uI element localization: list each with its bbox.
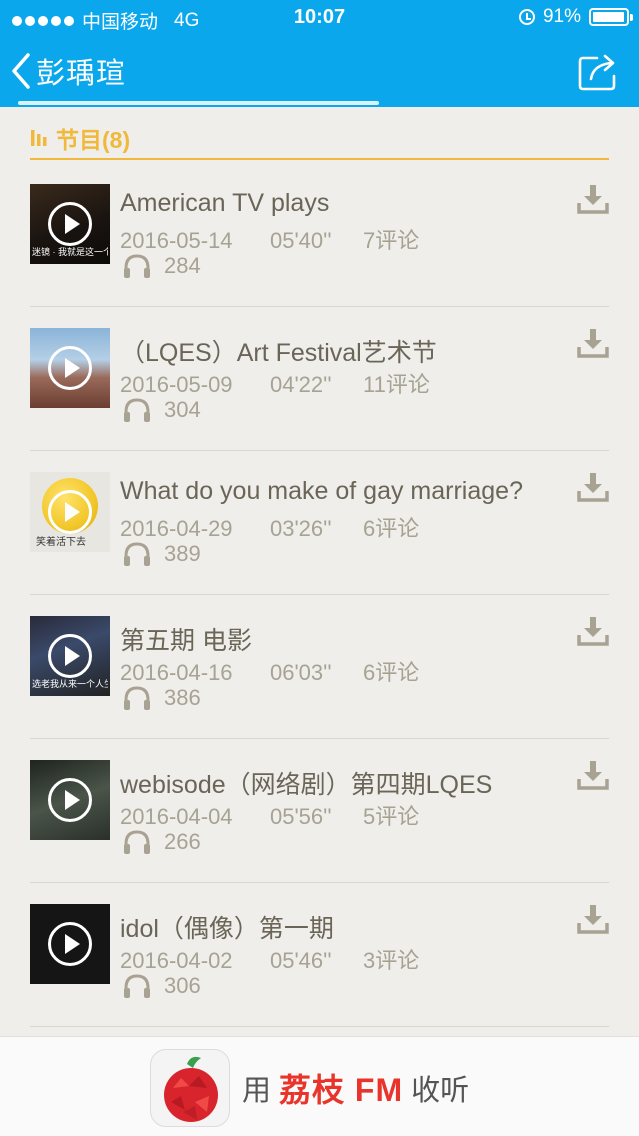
- episode-duration: 05'40'': [270, 228, 332, 253]
- episode-title[interactable]: idol（偶像）第一期: [120, 909, 560, 945]
- alarm-icon: [518, 9, 535, 25]
- play-count-value: 284: [164, 253, 201, 278]
- play-count-value: 306: [164, 973, 201, 998]
- episode-duration: 03'26'': [270, 516, 332, 541]
- episode-meta: 2016-05-09 04'22'' 11评论: [120, 367, 430, 399]
- play-count-value: 386: [164, 685, 201, 710]
- episode-comments: 5评论: [363, 804, 420, 829]
- share-icon[interactable]: [577, 52, 621, 92]
- header: 中国移动 4G 10:07 91% 彭瑀瑄: [0, 0, 639, 107]
- episode-meta: 2016-05-14 05'40'' 7评论: [120, 223, 419, 255]
- episode-list: 迷镜 · 我就是这一个人 American TV plays 2016-05-1…: [30, 163, 609, 1027]
- battery-icon: [589, 8, 633, 26]
- play-icon[interactable]: [48, 634, 92, 678]
- lizhi-app-icon: [150, 1049, 230, 1127]
- download-icon[interactable]: [577, 327, 609, 359]
- episode-title[interactable]: 第五期 电影: [120, 621, 560, 657]
- section-header: 节目(8): [30, 118, 609, 160]
- episode-date: 2016-04-16: [120, 660, 233, 685]
- episode-meta: 2016-04-29 03'26'' 6评论: [120, 511, 419, 543]
- thumbnail-caption: 迷镜 · 我就是这一个人: [32, 247, 108, 257]
- open-in-app-button[interactable]: 用 荔枝 FM 收听: [150, 1049, 469, 1127]
- play-count: 306: [122, 973, 201, 999]
- episode-comments: 6评论: [363, 660, 420, 685]
- equalizer-icon: [31, 130, 47, 146]
- play-count: 386: [122, 685, 201, 711]
- episode-duration: 06'03'': [270, 660, 332, 685]
- episode-thumbnail[interactable]: [30, 760, 110, 840]
- episode-thumbnail[interactable]: 选老我从来一个人生活: [30, 616, 110, 696]
- episode-thumbnail[interactable]: 迷镜 · 我就是这一个人: [30, 184, 110, 264]
- episode-title[interactable]: What do you make of gay marriage?: [120, 477, 560, 506]
- episode-meta: 2016-04-02 05'46'' 3评论: [120, 943, 419, 975]
- episode-date: 2016-04-02: [120, 948, 233, 973]
- section-title: 节目(8): [56, 127, 131, 153]
- status-right: 91%: [518, 6, 633, 28]
- play-count-value: 304: [164, 397, 201, 422]
- episode-date: 2016-05-14: [120, 228, 233, 253]
- episode-title[interactable]: webisode（网络剧）第四期LQES: [120, 765, 560, 801]
- headphones-icon: [124, 830, 150, 854]
- episode-meta: 2016-04-16 06'03'' 6评论: [120, 655, 419, 687]
- episode-title[interactable]: （LQES）Art Festival艺术节: [120, 333, 560, 369]
- episode-meta: 2016-04-04 05'56'' 5评论: [120, 799, 419, 831]
- back-button[interactable]: 彭瑀瑄: [10, 48, 126, 94]
- back-chevron-icon: [12, 53, 30, 89]
- headphones-icon: [124, 974, 150, 998]
- episode-comments: 6评论: [363, 516, 420, 541]
- list-item[interactable]: （LQES）Art Festival艺术节 2016-05-09 04'22'' 1…: [30, 307, 609, 451]
- episode-thumbnail[interactable]: [30, 328, 110, 408]
- episode-date: 2016-04-04: [120, 804, 233, 829]
- brand-logo-text: 荔枝 FM: [279, 1072, 404, 1108]
- banner-text: 用 荔枝 FM 收听: [242, 1065, 469, 1111]
- thumbnail-caption: 选老我从来一个人生活: [32, 679, 108, 689]
- list-item[interactable]: webisode（网络剧）第四期LQES 2016-04-04 05'56'' 5评…: [30, 739, 609, 883]
- nav-bar: 彭瑀瑄: [0, 36, 639, 107]
- play-count: 304: [122, 397, 201, 423]
- list-item[interactable]: 迷镜 · 我就是这一个人 American TV plays 2016-05-1…: [30, 163, 609, 307]
- headphones-icon: [124, 686, 150, 710]
- lychee-icon: [164, 1056, 218, 1122]
- play-icon[interactable]: [48, 202, 92, 246]
- headphones-icon: [124, 254, 150, 278]
- episode-duration: 05'56'': [270, 804, 332, 829]
- play-icon[interactable]: [48, 778, 92, 822]
- banner-suffix: 收听: [411, 1075, 470, 1107]
- play-count: 389: [122, 541, 201, 567]
- episode-duration: 05'46'': [270, 948, 332, 973]
- episode-title[interactable]: American TV plays: [120, 189, 560, 218]
- play-count: 266: [122, 829, 201, 855]
- battery-percent: 91%: [542, 6, 581, 27]
- headphones-icon: [124, 542, 150, 566]
- page-title: 彭瑀瑄: [36, 58, 127, 90]
- list-item[interactable]: idol（偶像）第一期 2016-04-02 05'46'' 3评论 306: [30, 883, 609, 1027]
- episode-date: 2016-05-09: [120, 372, 233, 397]
- episode-thumbnail[interactable]: [30, 904, 110, 984]
- play-icon[interactable]: [48, 346, 92, 390]
- open-in-app-banner[interactable]: 用 荔枝 FM 收听: [0, 1036, 639, 1136]
- episode-thumbnail[interactable]: 笑着活下去: [30, 472, 110, 552]
- episode-comments: 7评论: [363, 228, 420, 253]
- play-count-value: 389: [164, 541, 201, 566]
- list-item[interactable]: 笑着活下去 What do you make of gay marriage? …: [30, 451, 609, 595]
- play-icon[interactable]: [48, 490, 92, 534]
- nav-underline: [18, 101, 379, 105]
- episode-duration: 04'22'': [270, 372, 332, 397]
- play-count-value: 266: [164, 829, 201, 854]
- episode-comments: 3评论: [363, 948, 420, 973]
- play-count: 284: [122, 253, 201, 279]
- banner-prefix: 用: [242, 1075, 272, 1107]
- episode-date: 2016-04-29: [120, 516, 233, 541]
- status-bar: 中国移动 4G 10:07 91%: [0, 0, 639, 36]
- headphones-icon: [124, 398, 150, 422]
- download-icon[interactable]: [577, 903, 609, 935]
- download-icon[interactable]: [577, 471, 609, 503]
- thumbnail-caption: 笑着活下去: [36, 537, 86, 548]
- download-icon[interactable]: [577, 615, 609, 647]
- list-item[interactable]: 选老我从来一个人生活 第五期 电影 2016-04-16 06'03'' 6评论 3…: [30, 595, 609, 739]
- download-icon[interactable]: [577, 183, 609, 215]
- play-icon[interactable]: [48, 922, 92, 966]
- episode-comments: 11评论: [363, 372, 430, 397]
- download-icon[interactable]: [577, 759, 609, 791]
